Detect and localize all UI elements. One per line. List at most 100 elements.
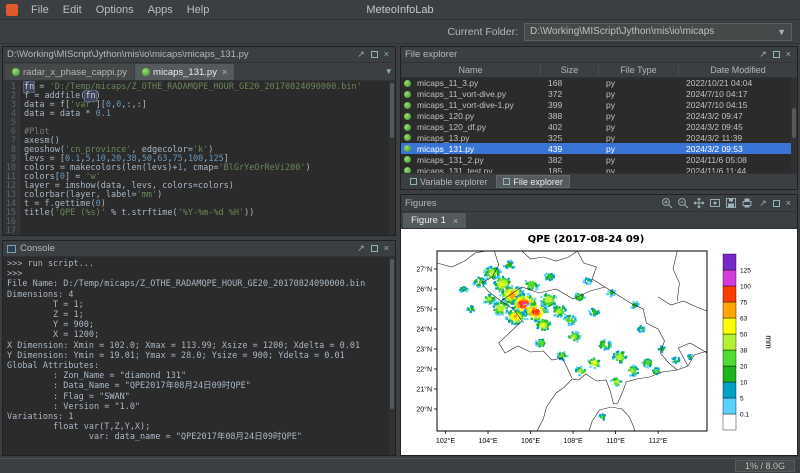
file-type: py: [602, 155, 682, 165]
full-extent-icon[interactable]: [708, 197, 721, 210]
python-file-icon: [404, 145, 411, 152]
console-panel-header: Console ↗ ×: [3, 241, 395, 257]
console-output[interactable]: >>> run script...>>> File Name: D:/Temp/…: [3, 257, 395, 455]
file-name: micaps_13.py: [413, 133, 544, 143]
close-tab-icon[interactable]: ×: [222, 67, 227, 77]
tab-variable-explorer[interactable]: Variable explorer: [404, 175, 493, 188]
file-row[interactable]: micaps_120.py388py2024/3/2 09:47: [401, 111, 797, 122]
tab-file-explorer[interactable]: File explorer: [496, 175, 570, 188]
menu-edit[interactable]: Edit: [56, 2, 89, 18]
float-panel-icon[interactable]: ↗: [355, 50, 367, 59]
file-table-scrollbar[interactable]: [791, 78, 797, 173]
menu-options[interactable]: Options: [89, 2, 141, 18]
python-file-icon: [404, 167, 411, 173]
editor-scrollbar[interactable]: [389, 81, 395, 235]
file-row[interactable]: micaps_11_vort-dive-1.py399py2024/7/10 0…: [401, 100, 797, 111]
column-header-name[interactable]: Name: [401, 65, 541, 75]
svg-text:27°N: 27°N: [416, 266, 432, 274]
python-file-icon: [404, 91, 411, 98]
file-name: micaps_131_2.py: [413, 155, 544, 165]
column-header-size[interactable]: Size: [541, 65, 599, 75]
float-panel-icon[interactable]: ↗: [757, 199, 769, 208]
maximize-panel-icon[interactable]: [371, 245, 378, 252]
console-line: : Flag = "SWAN": [7, 392, 391, 402]
maximize-panel-icon[interactable]: [773, 51, 780, 58]
close-panel-icon[interactable]: ×: [382, 244, 391, 253]
svg-text:23°N: 23°N: [416, 346, 432, 354]
current-folder-combobox[interactable]: D:\Working\MIScript\Jython\mis\io\micaps…: [524, 23, 792, 41]
file-size: 402: [544, 122, 602, 132]
menu-file[interactable]: File: [24, 2, 56, 18]
file-row[interactable]: micaps_13.py325py2024/3/2 11:39: [401, 132, 797, 143]
file-size: 168: [544, 78, 602, 88]
zoom-in-icon[interactable]: [660, 197, 673, 210]
file-size: 325: [544, 133, 602, 143]
console-panel-title: Console: [20, 243, 55, 254]
file-row[interactable]: micaps_131_test.py185py2024/11/6 11:44: [401, 165, 797, 173]
tab-figure-1[interactable]: Figure 1 ×: [403, 213, 466, 228]
float-panel-icon[interactable]: ↗: [355, 244, 367, 253]
python-file-icon: [404, 102, 411, 109]
close-panel-icon[interactable]: ×: [382, 50, 391, 59]
save-icon[interactable]: [724, 197, 737, 210]
file-explorer-title: File explorer: [405, 49, 457, 60]
file-row[interactable]: micaps_131_2.py382py2024/11/6 05:08: [401, 154, 797, 165]
figure-canvas[interactable]: QPE (2017-08-24 09)102°E104°E106°E108°E1…: [401, 229, 797, 456]
pan-icon[interactable]: [692, 197, 705, 210]
svg-text:50: 50: [740, 332, 748, 339]
editor-tab[interactable]: radar_x_phase_cappi.py: [5, 64, 134, 80]
zoom-out-icon[interactable]: [676, 197, 689, 210]
svg-text:104°E: 104°E: [478, 437, 497, 445]
float-panel-icon[interactable]: ↗: [757, 50, 769, 59]
menu-help[interactable]: Help: [180, 2, 217, 18]
maximize-panel-icon[interactable]: [371, 51, 378, 58]
file-name: micaps_120_df.py: [413, 122, 544, 132]
file-explorer-panel: File explorer ↗ × NameSizeFile TypeDate …: [400, 46, 798, 190]
console-scrollbar[interactable]: [389, 257, 395, 455]
console-line: var: data_name = "QPE2017年08月24日09时QPE": [7, 432, 391, 442]
menu-apps[interactable]: Apps: [141, 2, 180, 18]
svg-text:108°E: 108°E: [563, 437, 582, 445]
file-type: py: [602, 122, 682, 132]
tabs-overflow-icon[interactable]: ▾: [384, 67, 393, 76]
file-name: micaps_120.py: [413, 111, 544, 121]
file-row[interactable]: micaps_11_3.py168py2022/10/21 04:04: [401, 78, 797, 89]
python-file-icon: [12, 68, 20, 76]
svg-text:112°E: 112°E: [649, 437, 668, 445]
file-row[interactable]: micaps_131.py439py2024/3/2 09:53: [401, 143, 797, 154]
code-text[interactable]: fn = 'D:/Temp/micaps/Z_OTHE_RADAMQPE_HOU…: [20, 81, 395, 235]
figures-panel-title: Figures: [405, 198, 437, 209]
app-logo-icon: [6, 4, 18, 16]
column-header-file-type[interactable]: File Type: [599, 65, 679, 75]
svg-text:63: 63: [740, 316, 748, 323]
figures-panel: Figures ↗ × Figure 1 × QPE (2017-08-24 0…: [400, 194, 798, 456]
editor-tab[interactable]: micaps_131.py×: [135, 64, 234, 80]
close-tab-icon[interactable]: ×: [453, 216, 458, 226]
file-row[interactable]: micaps_11_vort-dive.py372py2024/7/10 04:…: [401, 89, 797, 100]
svg-text:21°N: 21°N: [416, 386, 432, 394]
svg-text:26°N: 26°N: [416, 286, 432, 294]
file-row[interactable]: micaps_120_df.py402py2024/3/2 09:45: [401, 122, 797, 133]
close-panel-icon[interactable]: ×: [784, 50, 793, 59]
console-line: X Dimension: Xmin = 102.0; Xmax = 113.99…: [7, 341, 391, 351]
chevron-down-icon[interactable]: ▼: [777, 27, 786, 37]
status-bar: 1% / 8.0G: [0, 458, 800, 473]
file-name: micaps_131.py: [413, 144, 544, 154]
column-header-date-modified[interactable]: Date Modified: [679, 65, 797, 75]
close-panel-icon[interactable]: ×: [784, 199, 793, 208]
file-type: py: [602, 111, 682, 121]
svg-text:110°E: 110°E: [606, 437, 625, 445]
code-editor[interactable]: 1234567891011121314151617 fn = 'D:/Temp/…: [3, 81, 395, 235]
svg-text:10: 10: [740, 380, 748, 387]
console-line: Variations: 1: [7, 412, 391, 422]
file-modified: 2024/11/6 05:08: [682, 155, 797, 165]
print-icon[interactable]: [740, 197, 753, 210]
python-file-icon: [404, 124, 411, 131]
current-folder-label: Current Folder:: [447, 26, 518, 38]
editor-panel: D:\Working\MIScript\Jython\mis\io\micaps…: [2, 46, 396, 236]
memory-indicator[interactable]: 1% / 8.0G: [735, 460, 795, 472]
python-file-icon: [142, 68, 150, 76]
svg-text:0.1: 0.1: [740, 412, 749, 419]
maximize-panel-icon[interactable]: [773, 200, 780, 207]
qpe-map-chart[interactable]: QPE (2017-08-24 09)102°E104°E106°E108°E1…: [401, 229, 797, 455]
